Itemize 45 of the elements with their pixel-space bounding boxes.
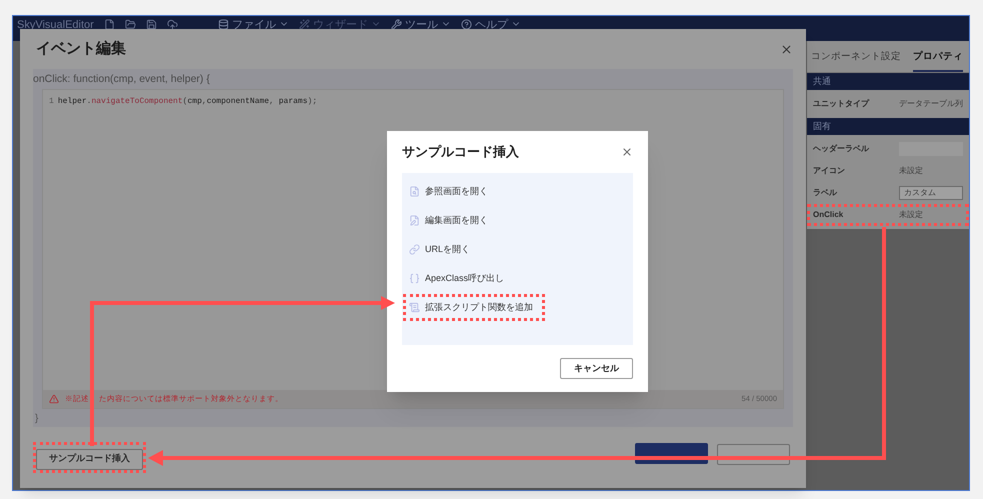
panel-tab[interactable]: コンポーネント設定 xyxy=(811,50,901,72)
menu-item[interactable]: ヘルプ xyxy=(460,19,521,31)
sample-item[interactable]: ApexClass呼び出し xyxy=(409,269,510,288)
code-line: helper.navigateToComponent(cmp,componentName, params); xyxy=(58,96,318,108)
property-label: OnClick xyxy=(813,209,844,221)
document-search-icon xyxy=(409,186,420,197)
sample-item[interactable]: URLを開く xyxy=(409,240,476,259)
property-value: 未設定 xyxy=(899,209,923,221)
closing-brace: } xyxy=(35,412,40,426)
section-header: 固有 xyxy=(807,118,969,135)
sample-item[interactable]: 拡張スクリプト関数を追加 xyxy=(409,298,539,317)
save-icon[interactable] xyxy=(146,19,157,30)
property-label: ヘッダーラベル xyxy=(813,143,870,155)
property-value: データテーブル列 xyxy=(899,98,963,110)
line-number: 1 xyxy=(49,96,54,108)
document-edit-icon xyxy=(409,215,420,226)
property-value: 未設定 xyxy=(899,165,923,177)
sample-item[interactable]: 編集画面を開く xyxy=(409,211,494,230)
new-file-icon[interactable] xyxy=(104,19,115,30)
wrench-icon xyxy=(390,19,402,30)
folder-icon[interactable] xyxy=(124,19,136,30)
upload-icon[interactable] xyxy=(166,19,178,30)
warning-icon xyxy=(49,394,59,404)
close-icon[interactable] xyxy=(621,146,633,158)
help-icon xyxy=(460,19,472,30)
braces-icon xyxy=(409,273,420,284)
sample-item[interactable]: 参照画面を開く xyxy=(409,182,494,201)
app-title: SkyVisualEditor xyxy=(17,19,94,31)
function-signature: onClick: function(cmp, event, helper) { xyxy=(33,72,211,87)
property-label: アイコン xyxy=(813,165,846,177)
link-icon xyxy=(409,244,420,255)
property-label: ラベル xyxy=(813,187,838,199)
scroll-icon xyxy=(409,302,420,313)
dialog-title: イベント編集 xyxy=(36,38,126,59)
menu-item[interactable]: ファイル xyxy=(218,19,289,31)
menu-item[interactable]: ツール xyxy=(390,19,451,31)
sample-code-button[interactable]: サンプルコード挿入 xyxy=(36,448,143,470)
label-select[interactable]: カスタム xyxy=(899,186,963,200)
cancel-button[interactable]: キャンセル xyxy=(560,358,633,379)
dialog-title: サンプルコード挿入 xyxy=(402,143,519,162)
property-label: ユニットタイプ xyxy=(813,98,870,110)
database-icon xyxy=(218,19,229,30)
wand-icon xyxy=(298,19,310,30)
close-icon[interactable] xyxy=(780,42,793,56)
section-header: 共通 xyxy=(807,73,969,90)
